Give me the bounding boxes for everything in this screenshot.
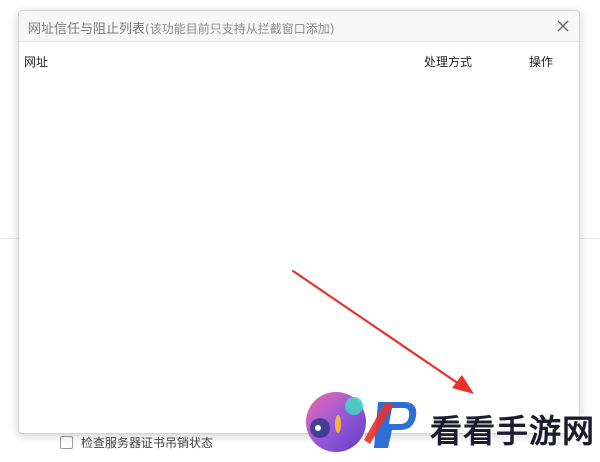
dialog-title: 网址信任与阻止列表(该功能目前只支持从拦截窗口添加) (28, 18, 334, 37)
column-header-action: 操作 (529, 55, 554, 69)
cert-revocation-checkbox[interactable] (60, 436, 73, 449)
watermark-text: 看看手游网 (430, 412, 596, 450)
watermark: 看看手游网 (300, 384, 600, 462)
close-icon (557, 20, 569, 32)
dialog-header: 网址信任与阻止列表(该功能目前只支持从拦截窗口添加) (19, 11, 579, 42)
column-header-method: 处理方式 (424, 55, 473, 69)
close-button[interactable] (553, 16, 573, 36)
trust-block-list-dialog: 网址信任与阻止列表(该功能目前只支持从拦截窗口添加) 网址 处理方式 操作 (18, 10, 580, 434)
cert-revocation-label: 检查服务器证书吊销状态 (81, 436, 214, 450)
cert-revocation-option[interactable]: 检查服务器证书吊销状态 (60, 434, 213, 451)
dialog-title-main: 网址信任与阻止列表 (28, 22, 146, 37)
dialog-title-note: (该功能目前只支持从拦截窗口添加) (145, 22, 335, 36)
column-header-url: 网址 (24, 55, 49, 69)
table-header: 网址 处理方式 操作 (19, 53, 579, 73)
screen: 检查服务器证书吊销状态 网址信任与阻止列表(该功能目前只支持从拦截窗口添加) 网… (0, 0, 600, 462)
